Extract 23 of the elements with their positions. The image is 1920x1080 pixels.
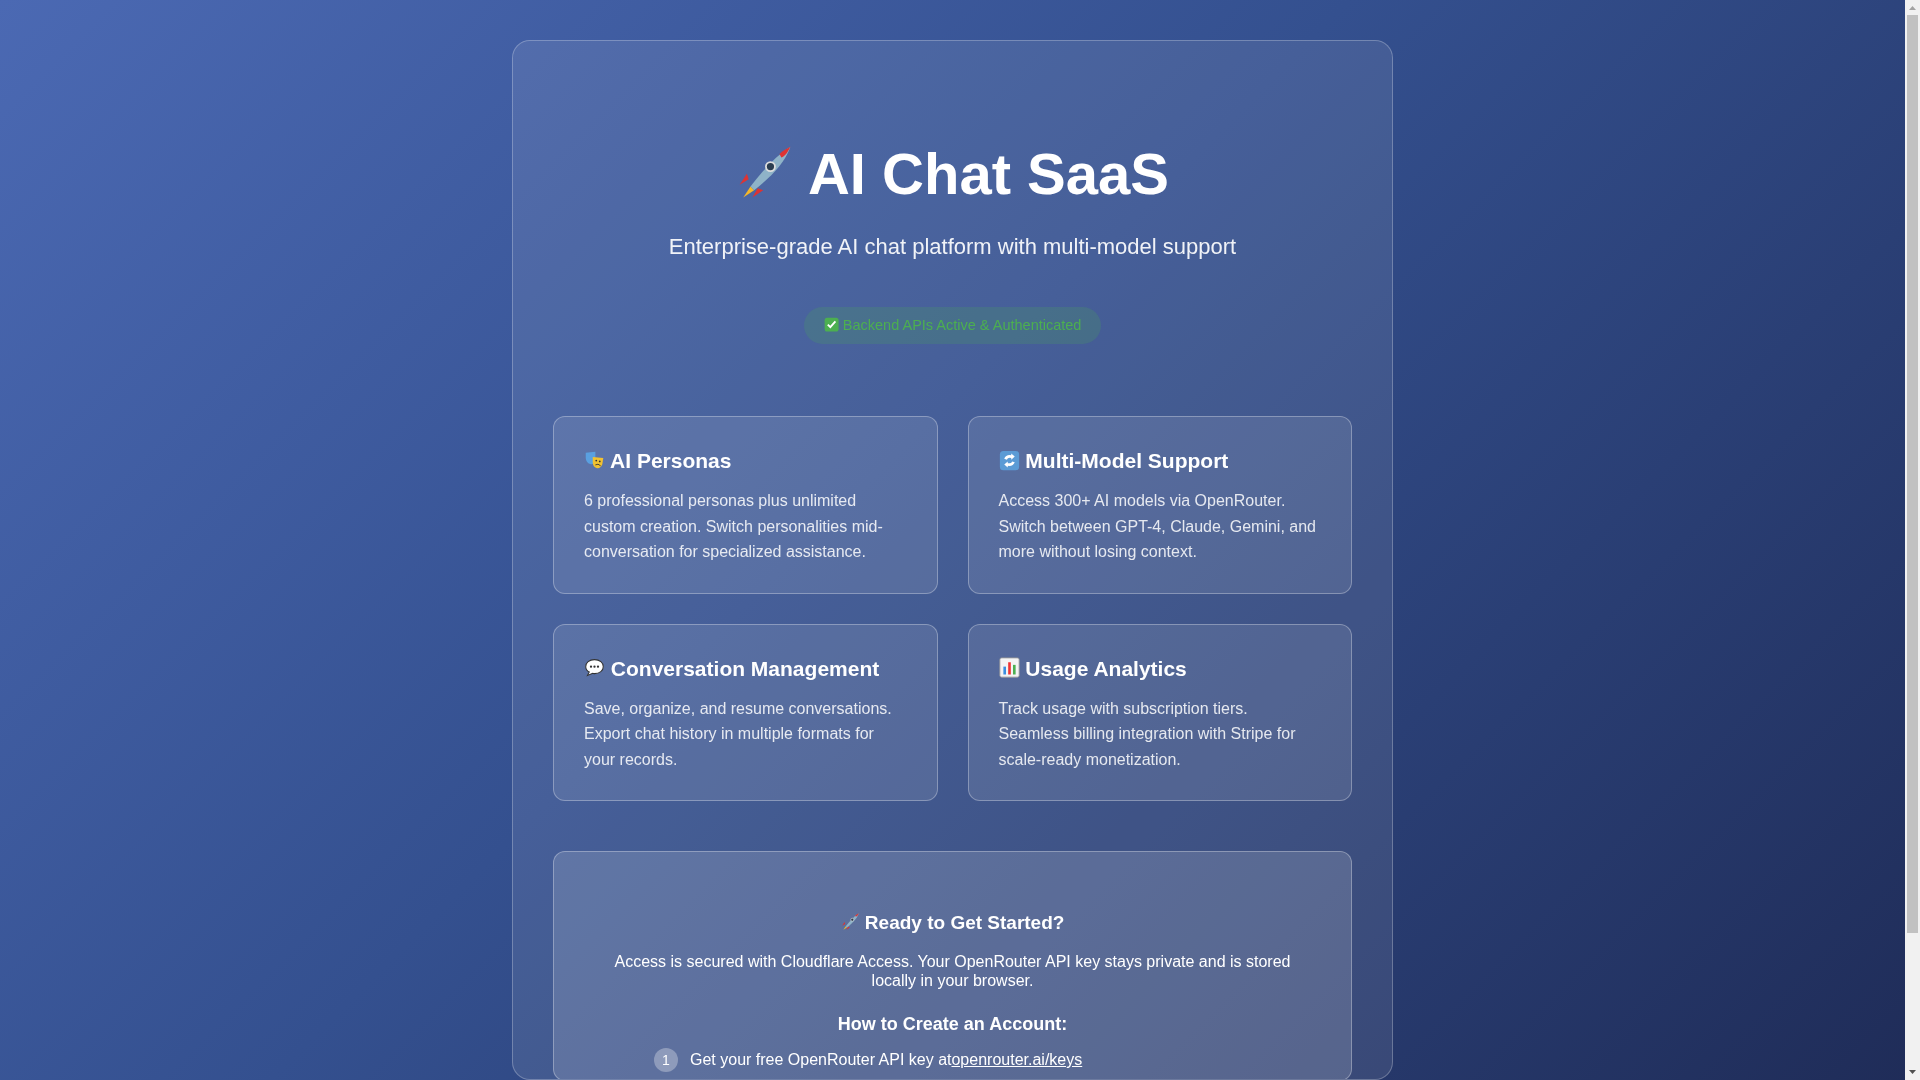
status-badge: Backend APIs Active & Authenticated: [803, 307, 1102, 344]
check-mark-icon: [823, 317, 839, 333]
feature-description: Access 300+ AI models via OpenRouter. Switch between GPT-4, Claude, Gemini, and more without losing context.: [998, 491, 1317, 562]
feature-title: Usage Analytics: [998, 654, 1321, 683]
bar-chart-icon: [998, 657, 1020, 678]
page-title: AI Chat SaaS: [553, 141, 1352, 207]
feature-title: AI Personas: [584, 447, 907, 475]
speech-bubble-icon: [584, 657, 605, 678]
link[interactable]: openrouter.ai/keys: [951, 1051, 1083, 1068]
step-text: Get your free OpenRouter API key atopenrouter.ai/keys: [690, 1050, 1083, 1070]
feature-title: Multi-Model Support: [998, 447, 1321, 475]
rocket-icon: [840, 912, 860, 932]
feature-description: 6 professional personas plus unlimited custom creation. Switch personalities mid-conversation for specialized assistance.: [584, 491, 884, 562]
feature-description: Track usage with subscription tiers. Seamless billing integration with Stripe for scale-ready monetization.: [998, 698, 1297, 770]
page-subtitle: Enterprise-grade AI chat platform with multi-model support: [667, 233, 1238, 261]
step-number: 1: [654, 1048, 678, 1072]
panel-title: Ready to Get Started?: [614, 910, 1291, 936]
feature-description: Save, organize, and resume conversations. Export chat history in multiple formats for your records.: [584, 698, 893, 770]
theater-masks-icon: [584, 449, 605, 471]
steps-heading: How to Create an Account:: [836, 1013, 1069, 1036]
feature-title: Conversation Management: [584, 654, 907, 683]
arrows-cycle-icon: [998, 449, 1020, 471]
panel-description: Access is secured with Cloudflare Access. Your OpenRouter API key stays private and is stored locally in your browser.: [614, 952, 1291, 990]
